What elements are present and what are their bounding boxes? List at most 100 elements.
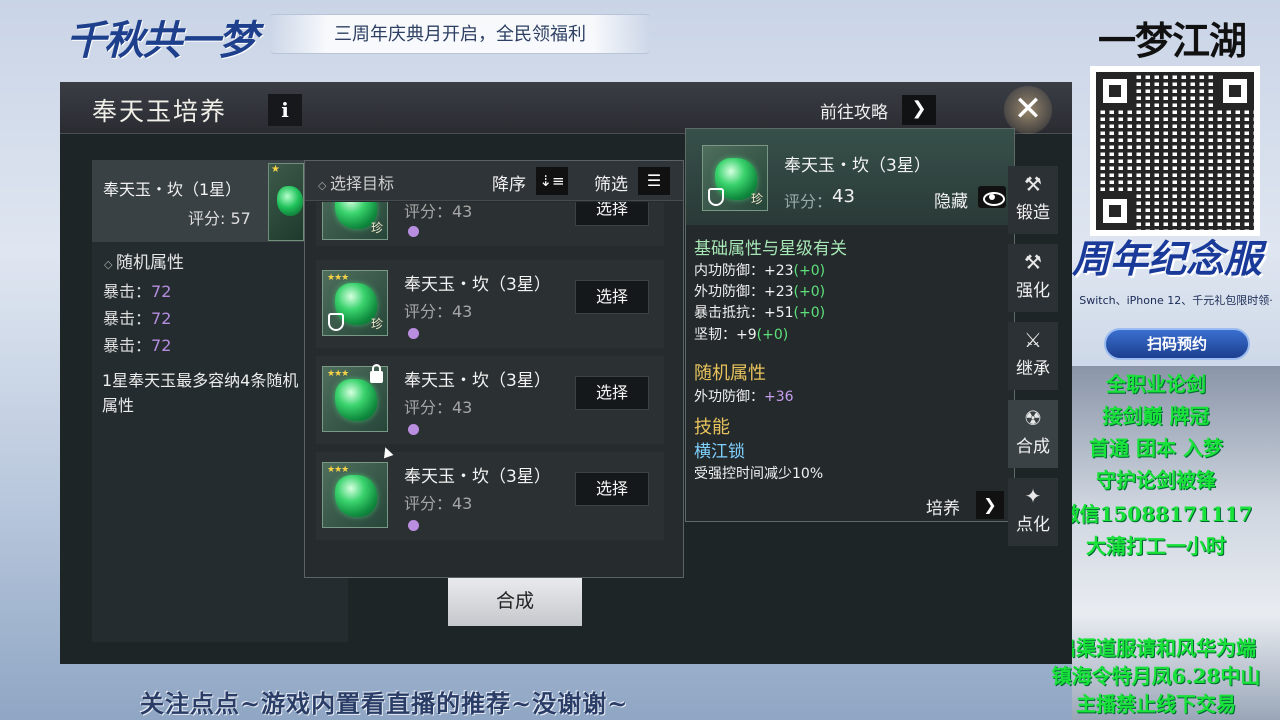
star-icon: ★	[271, 164, 280, 175]
list-item[interactable]: ★★★ 奉天玉・坎（3星） 评分：43 选择	[316, 356, 664, 444]
detail-thumbnail: 珍	[702, 145, 768, 211]
attr-row: 暴击：72	[103, 309, 172, 328]
skill-heading: 技能	[694, 417, 730, 438]
skill-description: 受强控时间减少10%	[694, 466, 824, 482]
star-rating: ★★★	[327, 273, 349, 283]
list-item[interactable]: ★★★ 珍 奉天玉・坎（3星） 评分：43 选择	[316, 260, 664, 348]
jade-score: 评分：43	[404, 302, 473, 321]
random-attr-heading: 随机属性	[694, 363, 766, 384]
current-jade-score: 评分: 57	[188, 209, 251, 228]
current-jade-thumbnail[interactable]: ★	[268, 163, 304, 241]
hide-label: 隐藏	[934, 192, 968, 212]
train-label[interactable]: 培养	[926, 494, 960, 519]
jade-thumbnail: ★★★ 珍	[322, 270, 388, 336]
skill-name: 横江锁	[694, 442, 745, 462]
tab-label: 锻造	[1016, 203, 1050, 223]
select-button[interactable]: 选择	[575, 376, 649, 410]
jade-name: 奉天玉・坎（3星）	[404, 467, 551, 487]
select-button[interactable]: 选择	[575, 472, 649, 506]
hammer-icon: ⚒	[1024, 250, 1042, 274]
stream-bottom-text: 关注点点~游戏内置看直播的推荐~没谢谢~	[140, 689, 629, 718]
current-jade-name: 奉天玉・坎（1星）	[103, 180, 242, 199]
sort-order-label: 降序	[492, 175, 526, 195]
stream-logo-left: 千秋共一梦	[66, 17, 258, 64]
jade-score: 评分：43	[404, 202, 473, 221]
anvil-icon: ⚒	[1024, 172, 1042, 196]
diamond-icon: ◇	[318, 179, 330, 192]
sort-desc-icon[interactable]: ⇣≡	[536, 167, 568, 195]
qr-code	[1090, 66, 1260, 236]
star-rating: ★★★	[327, 369, 349, 379]
jade-thumbnail: ★★★	[322, 364, 388, 432]
star-rating: ★★★	[327, 465, 349, 475]
tab-label: 继承	[1016, 359, 1050, 379]
transmute-icon: ✦	[1024, 484, 1042, 508]
merge-icon: ☢	[1024, 406, 1042, 430]
filter-list-icon[interactable]: ☰	[638, 167, 670, 195]
attr-dot	[408, 328, 419, 339]
close-icon[interactable]: ✕	[1004, 86, 1052, 134]
tab-enhance[interactable]: ⚒ 强化	[1008, 244, 1058, 312]
detail-name: 奉天玉・坎（3星）	[784, 156, 931, 176]
gem-icon	[335, 379, 377, 421]
gem-icon	[335, 475, 377, 517]
tab-label: 合成	[1016, 437, 1050, 457]
inherit-icon: ⚔	[1024, 328, 1042, 352]
page-title: 奉天玉培养	[92, 97, 228, 126]
base-attr-row: 坚韧：+9(+0)	[694, 327, 789, 343]
promo-text: Switch、iPhone 12、千元礼包限时领·	[1079, 294, 1273, 307]
guide-link[interactable]: 前往攻略	[820, 98, 888, 123]
eye-icon[interactable]	[978, 186, 1006, 208]
jade-name: 奉天玉・坎（3星）	[404, 371, 551, 391]
list-item[interactable]: ★★★ 奉天玉・坎（3星） 评分：43 选择	[316, 452, 664, 540]
shield-icon	[708, 188, 724, 206]
anniversary-server-title: 周年纪念服	[1072, 236, 1263, 281]
chevron-right-icon[interactable]: ❯	[976, 491, 1004, 519]
random-attr-row: 外功防御：+36	[694, 389, 794, 405]
overlay-line: 主播禁止线下交易	[1076, 692, 1236, 716]
rare-badge: 珍	[370, 317, 383, 331]
rare-badge: 珍	[370, 221, 383, 235]
tab-inherit[interactable]: ⚔ 继承	[1008, 322, 1058, 390]
lock-icon	[370, 364, 383, 383]
attr-dot	[408, 424, 419, 435]
list-item[interactable]: 珍 评分：43 选择	[316, 202, 664, 246]
filter-label: 筛选	[594, 175, 628, 195]
attr-row: 暴击：72	[103, 282, 172, 301]
base-attr-heading: 基础属性与星级有关	[694, 239, 847, 259]
game-logo-right: 一梦江湖	[1098, 18, 1247, 63]
shield-icon	[328, 313, 344, 331]
select-target-label: ◇ 选择目标	[318, 174, 394, 193]
jade-score: 评分：43	[404, 398, 473, 417]
tab-merge[interactable]: ☢ 合成	[1008, 400, 1058, 468]
tab-label: 点化	[1016, 515, 1050, 535]
scan-reserve-button[interactable]: 扫码预约	[1104, 328, 1250, 360]
select-button[interactable]: 选择	[575, 202, 649, 226]
select-button[interactable]: 选择	[575, 280, 649, 314]
base-attr-row: 外功防御：+23(+0)	[694, 284, 826, 300]
tab-forge[interactable]: ⚒ 锻造	[1008, 166, 1058, 234]
gem-icon	[277, 186, 303, 216]
tab-transmute[interactable]: ✦ 点化	[1008, 478, 1058, 546]
anniversary-banner: 三周年庆典月开启，全民领福利	[270, 14, 650, 54]
jade-name: 奉天玉・坎（3星）	[404, 275, 551, 295]
random-attr-label: 随机属性	[115, 253, 184, 273]
info-button[interactable]: i	[268, 94, 302, 126]
jade-thumbnail: 珍	[322, 202, 388, 240]
attr-dot	[408, 226, 419, 237]
overlay-line: 镇海令特月凤6.28中山	[1051, 664, 1261, 688]
detail-score: 43	[832, 186, 855, 207]
jade-score: 评分：43	[404, 494, 473, 513]
random-attr-heading: ◇ 随机属性	[104, 248, 184, 273]
attr-dot	[408, 520, 419, 531]
tab-label: 强化	[1016, 281, 1050, 301]
chevron-right-icon[interactable]: ❯	[902, 95, 936, 125]
jade-thumbnail: ★★★	[322, 462, 388, 528]
diamond-icon: ◇	[104, 258, 116, 271]
merge-button[interactable]: 合成	[448, 578, 582, 626]
attr-row: 暴击：72	[103, 336, 172, 355]
base-attr-row: 暴击抵抗：+51(+0)	[694, 305, 826, 321]
rare-badge: 珍	[750, 192, 763, 206]
detail-score-label: 评分：	[784, 192, 833, 211]
base-attr-row: 内功防御：+23(+0)	[694, 263, 826, 279]
